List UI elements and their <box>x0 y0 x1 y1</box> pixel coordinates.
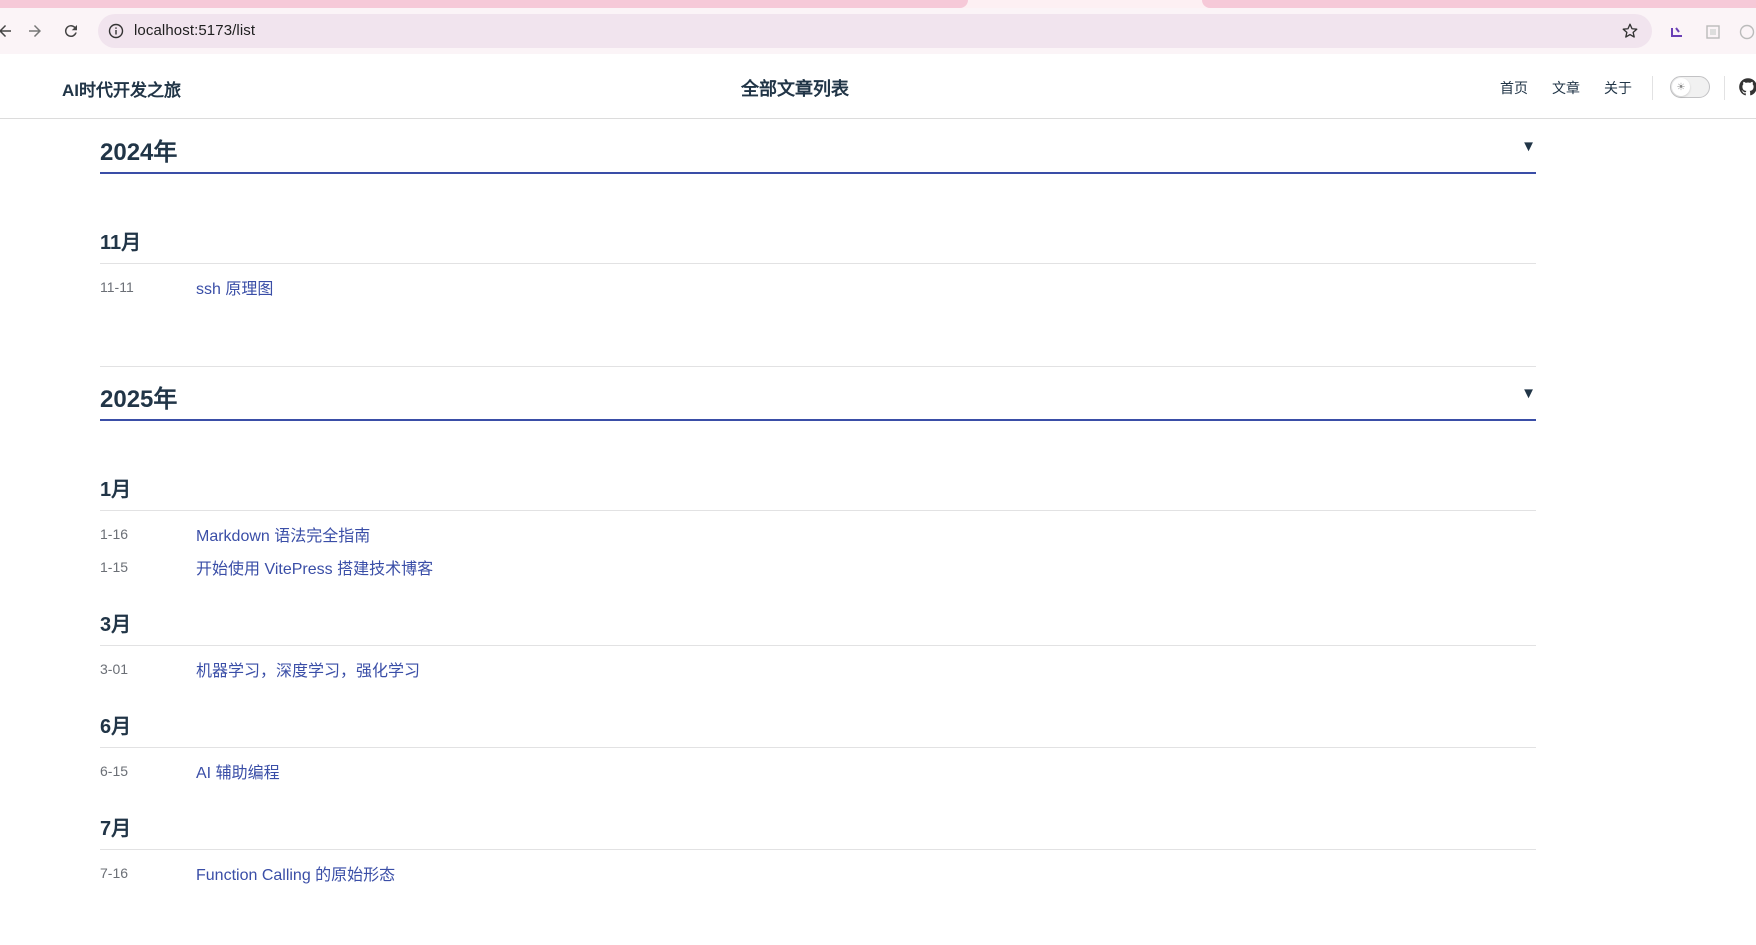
site-info-icon[interactable] <box>106 21 126 41</box>
post-date: 3-01 <box>100 660 129 677</box>
post-link[interactable]: Function Calling 的原始形态 <box>196 861 395 885</box>
sun-icon: ☀ <box>1672 78 1690 96</box>
year-title: 2025年 <box>100 386 178 413</box>
month-title: 1月 <box>100 473 1536 511</box>
year-section-2025: 2025年 ▼ 1月 1-16 Markdown 语法完全指南 1-15 开始使… <box>100 367 1536 889</box>
month-title: 3月 <box>100 608 1536 646</box>
extension-icon[interactable] <box>1667 22 1687 42</box>
post-item: 1-16 Markdown 语法完全指南 <box>100 517 1536 550</box>
site-navbar: AI时代开发之旅 全部文章列表 首页 文章 关于 ☀ <box>0 54 1756 119</box>
back-button[interactable] <box>0 18 18 44</box>
collapse-triangle-icon[interactable]: ▼ <box>1521 385 1536 402</box>
nav-menu: 首页 文章 关于 <box>1500 78 1632 98</box>
address-bar[interactable]: localhost:5173/list <box>98 14 1652 48</box>
post-item: 6-15 AI 辅助编程 <box>100 754 1536 787</box>
post-link[interactable]: Markdown 语法完全指南 <box>196 522 370 546</box>
month-section: 7月 7-16 Function Calling 的原始形态 <box>100 812 1536 889</box>
bookmark-star-icon[interactable] <box>1620 21 1640 41</box>
year-header[interactable]: 2024年 ▼ <box>100 120 1536 174</box>
nav-item-articles[interactable]: 文章 <box>1552 78 1580 98</box>
theme-toggle[interactable]: ☀ <box>1670 76 1710 98</box>
month-title: 7月 <box>100 812 1536 850</box>
archive-list: 2024年 ▼ 11月 11-11 ssh 原理图 2025年 ▼ 1月 1-1… <box>100 120 1536 889</box>
year-section-2024: 2024年 ▼ 11月 11-11 ssh 原理图 <box>100 120 1536 367</box>
nav-divider <box>1724 76 1725 100</box>
post-item: 7-16 Function Calling 的原始形态 <box>100 856 1536 889</box>
month-section: 6月 6-15 AI 辅助编程 <box>100 710 1536 787</box>
profile-icon[interactable] <box>1737 22 1756 42</box>
post-date: 1-16 <box>100 525 129 542</box>
browser-toolbar: localhost:5173/list <box>0 8 1756 54</box>
github-icon[interactable] <box>1738 77 1756 97</box>
nav-item-home[interactable]: 首页 <box>1500 78 1528 98</box>
post-link[interactable]: 机器学习，深度学习，强化学习 <box>196 657 420 681</box>
forward-button[interactable] <box>22 18 48 44</box>
post-item: 1-15 开始使用 VitePress 搭建技术博客 <box>100 550 1536 583</box>
extension-puzzle-icon[interactable] <box>1703 22 1723 42</box>
post-link[interactable]: 开始使用 VitePress 搭建技术博客 <box>196 555 433 579</box>
collapse-triangle-icon[interactable]: ▼ <box>1521 138 1536 155</box>
reload-icon <box>64 25 77 38</box>
post-item: 3-01 机器学习，深度学习，强化学习 <box>100 652 1536 685</box>
post-link[interactable]: AI 辅助编程 <box>196 759 280 783</box>
page-title: 全部文章列表 <box>741 79 849 99</box>
browser-tab[interactable] <box>0 0 968 8</box>
post-date: 6-15 <box>100 762 129 779</box>
url-text[interactable]: localhost:5173/list <box>134 22 255 39</box>
month-section: 11月 11-11 ssh 原理图 <box>100 226 1536 303</box>
year-title: 2024年 <box>100 139 178 166</box>
arrow-right-icon <box>29 25 41 37</box>
tab-strip <box>0 0 1756 8</box>
month-section: 1月 1-16 Markdown 语法完全指南 1-15 开始使用 VitePr… <box>100 473 1536 583</box>
nav-item-about[interactable]: 关于 <box>1604 78 1632 98</box>
month-title: 11月 <box>100 226 1536 264</box>
arrow-left-icon <box>0 25 11 37</box>
month-section: 3月 3-01 机器学习，深度学习，强化学习 <box>100 608 1536 685</box>
month-title: 6月 <box>100 710 1536 748</box>
post-link[interactable]: ssh 原理图 <box>196 275 273 299</box>
post-date: 7-16 <box>100 864 129 881</box>
browser-tab[interactable] <box>1202 0 1756 8</box>
post-item: 11-11 ssh 原理图 <box>100 270 1536 303</box>
post-date: 1-15 <box>100 558 129 575</box>
nav-divider <box>1652 76 1653 100</box>
reload-button[interactable] <box>58 18 84 44</box>
year-header[interactable]: 2025年 ▼ <box>100 367 1536 421</box>
post-date: 11-11 <box>100 278 134 295</box>
